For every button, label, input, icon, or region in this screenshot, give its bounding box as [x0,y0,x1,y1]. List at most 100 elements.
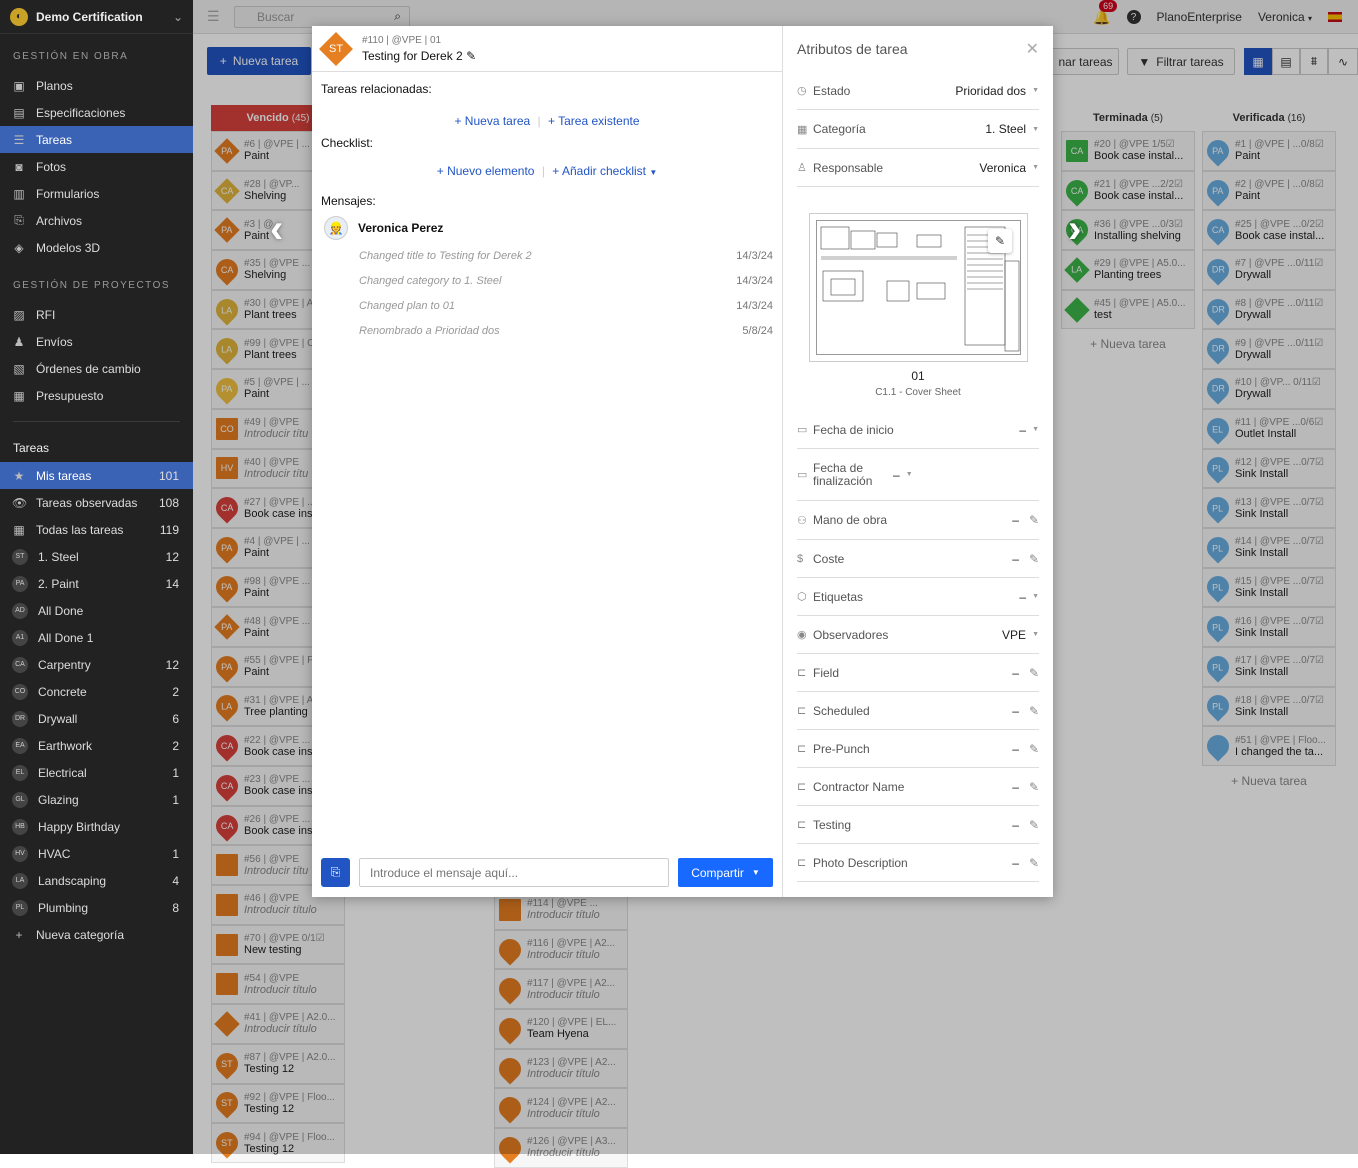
filter-tareas-observadas-icon: 👁 [12,495,28,510]
category-concrete[interactable]: CO Concrete 2 [0,678,193,705]
attribute-label: Categoría [813,122,866,136]
share-button[interactable]: Compartir ▼ [678,858,773,887]
pencil-icon[interactable]: ✎ [1029,704,1039,718]
sidebar-item-envios[interactable]: ♟ Envíos [0,328,193,355]
attribute-value: – [1019,589,1027,604]
attribute-field[interactable]: ⊏ Field – ✎ [797,654,1039,692]
message-date: 14/3/24 [736,299,773,312]
plan-thumbnail[interactable]: ✎ [809,213,1028,362]
task-filter-tareas-observadas[interactable]: 👁 Tareas observadas 108 [0,489,193,516]
attribute-icon: ⊏ [797,819,807,831]
message-item: Changed title to Testing for Derek 2 14/3… [312,243,782,268]
attribute-estado[interactable]: ◷ Estado Prioridad dos ▼ [797,72,1039,110]
sidebar-item-especificaciones[interactable]: ▤ Especificaciones [0,99,193,126]
pencil-icon[interactable]: ✎ [1029,666,1039,680]
attribute-etiquetas[interactable]: ⬡ Etiquetas – ▼ [797,578,1039,616]
sidebar-item-tareas[interactable]: ☰ Tareas [0,126,193,153]
attribute-mano-de-obra[interactable]: ⚇ Mano de obra – ✎ [797,501,1039,540]
sidebar-item-planos[interactable]: ▣ Planos [0,72,193,99]
category-all-done-1[interactable]: A1 All Done 1 [0,624,193,651]
attribute-testing[interactable]: ⊏ Testing – ✎ [797,806,1039,844]
category-landscaping[interactable]: LA Landscaping 4 [0,867,193,894]
category-count: 12 [165,549,179,564]
category-2-paint[interactable]: PA 2. Paint 14 [0,570,193,597]
task-filter-todas-las-tareas[interactable]: ▦ Todas las tareas 119 [0,516,193,543]
category-badge: ST [12,548,28,565]
attribute-fecha-de-finalizacion[interactable]: ▭ Fecha de finalización – ▼ [797,449,1039,501]
new-item-link[interactable]: + Nuevo elemento [437,164,535,178]
pencil-icon[interactable]: ✎ [466,49,476,63]
pencil-icon[interactable]: ✎ [1029,856,1039,870]
category-label: 2. Paint [38,576,79,591]
edit-plan-pencil-icon[interactable]: ✎ [988,229,1012,253]
attribute-contractor-name[interactable]: ⊏ Contractor Name – ✎ [797,768,1039,806]
attribute-value: – [1012,551,1019,566]
attribute-label: Coste [813,551,845,566]
category-count: 1 [172,792,179,807]
task-filter-count: 119 [159,522,179,537]
new-category-label: Nueva categoría [36,927,125,942]
sidebar-item-modelos-3d[interactable]: ◈ Modelos 3D [0,234,193,261]
sidebar-item-fotos[interactable]: ◙ Fotos [0,153,193,180]
sidebar-item-presupuesto[interactable]: ▦ Presupuesto [0,382,193,409]
category-glazing[interactable]: GL Glazing 1 [0,786,193,813]
messages-label: Mensajes: [321,194,376,208]
attach-button[interactable]: ⎘ [321,858,350,887]
attribute-icon: ♙ [797,162,807,174]
close-icon[interactable]: ✕ [1026,39,1039,59]
pencil-icon[interactable]: ✎ [1029,513,1039,527]
category-happy-birthday[interactable]: HB Happy Birthday [0,813,193,840]
attribute-value: – [1012,855,1019,870]
category-1-steel[interactable]: ST 1. Steel 12 [0,543,193,570]
category-plumbing[interactable]: PL Plumbing 8 [0,894,193,921]
category-carpentry[interactable]: CA Carpentry 12 [0,651,193,678]
sidebar-item-archivos[interactable]: ⎘ Archivos [0,207,193,234]
caret-down-icon: ▼ [751,868,760,877]
task-header: ST #110 | @VPE | 01 Testing for Derek 2 … [312,26,782,72]
attribute-fecha-de-inicio[interactable]: ▭ Fecha de inicio – ▼ [797,411,1039,449]
attribute-scheduled[interactable]: ⊏ Scheduled – ✎ [797,692,1039,730]
new-related-task-link[interactable]: + Nueva tarea [454,114,530,128]
existing-task-link[interactable]: + Tarea existente [548,114,640,128]
pencil-icon[interactable]: ✎ [1029,552,1039,566]
new-category-link[interactable]: + Nueva categoría [0,921,193,948]
project-switcher[interactable]: ◐ Demo Certification ⌄ [0,0,193,34]
category-count: 6 [172,711,179,726]
sidebar-item-ordenes-de-cambio[interactable]: ▧ Órdenes de cambio [0,355,193,382]
category-hvac[interactable]: HV HVAC 1 [0,840,193,867]
sidebar-item-rfi[interactable]: ▨ RFI [0,301,193,328]
attribute-icon: ⬡ [797,591,807,603]
attribute-categoria[interactable]: ▦ Categoría 1. Steel ▼ [797,110,1039,149]
message-input[interactable] [359,858,669,887]
attribute-pre-punch[interactable]: ⊏ Pre-Punch – ✎ [797,730,1039,768]
attribute-label: Testing [813,817,852,832]
sidebar: ◐ Demo Certification ⌄ GESTIÓN EN OBRA ▣ P… [0,0,193,1154]
prev-task-arrow-icon[interactable]: ‹ [270,207,283,252]
attribute-coste[interactable]: $ Coste – ✎ [797,540,1039,578]
pencil-icon[interactable]: ✎ [1029,742,1039,756]
task-detail-pane: ST #110 | @VPE | 01 Testing for Derek 2 … [312,26,783,897]
task-filter-mis-tareas[interactable]: ★ Mis tareas 101 [0,462,193,489]
attribute-observadores[interactable]: ◉ Observadores VPE ▼ [797,616,1039,654]
category-label: Concrete [38,684,87,699]
change-order-icon: ▧ [13,361,25,376]
avatar: 👷 [324,216,348,240]
attribute-photo-description[interactable]: ⊏ Photo Description – ✎ [797,844,1039,882]
category-electrical[interactable]: EL Electrical 1 [0,759,193,786]
checklist-links: + Nuevo elemento | + Añadir checklist ▼ [436,164,658,178]
attribute-icon: ◷ [797,85,807,97]
attribute-responsable[interactable]: ♙ Responsable Veronica ▼ [797,149,1039,187]
category-drywall[interactable]: DR Drywall 6 [0,705,193,732]
task-title[interactable]: Testing for Derek 2 ✎ [362,49,476,63]
paperclip-icon: ⎘ [330,865,341,879]
task-filter-label: Tareas observadas [36,495,138,510]
category-all-done[interactable]: AD All Done [0,597,193,624]
task-filter-label: Todas las tareas [36,522,124,537]
category-label: Happy Birthday [38,819,121,834]
sidebar-item-formularios[interactable]: ▥ Formularios [0,180,193,207]
category-earthwork[interactable]: EA Earthwork 2 [0,732,193,759]
add-checklist-link[interactable]: + Añadir checklist ▼ [552,164,657,178]
pencil-icon[interactable]: ✎ [1029,818,1039,832]
next-task-arrow-icon[interactable]: › [1068,207,1081,252]
pencil-icon[interactable]: ✎ [1029,780,1039,794]
